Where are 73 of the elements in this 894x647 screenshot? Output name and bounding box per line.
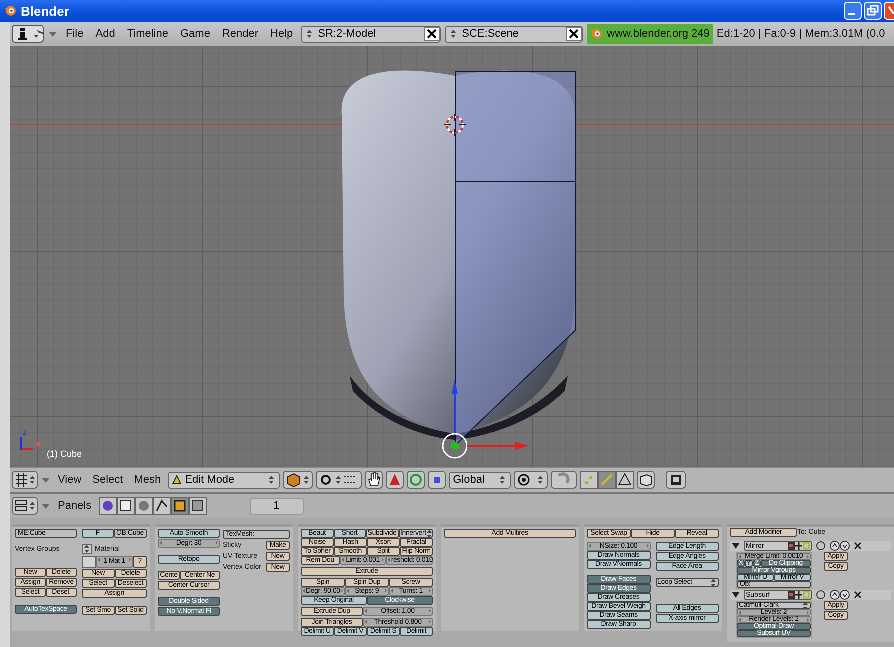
updown-icon xyxy=(802,600,809,610)
menu-item[interactable]: Add xyxy=(92,28,120,40)
proportional-edit-button[interactable] xyxy=(514,471,548,489)
rotate-icon[interactable] xyxy=(407,471,426,489)
screen-selector[interactable]: SR:2-Model xyxy=(301,26,442,42)
scene-selector[interactable]: SCE:Scene xyxy=(445,26,584,42)
axis-label: z xyxy=(23,428,27,437)
mode-dropdown[interactable]: Edit Mode xyxy=(168,472,280,488)
menu-item[interactable]: Game xyxy=(176,28,214,40)
updown-icon xyxy=(499,475,508,485)
menu-item[interactable]: View xyxy=(54,474,86,486)
editing-icon[interactable] xyxy=(170,497,189,515)
updown-icon xyxy=(268,475,276,485)
restore-button[interactable] xyxy=(864,2,882,20)
scene-icon[interactable] xyxy=(188,497,207,515)
scale-icon[interactable] xyxy=(428,471,446,489)
updown-icon[interactable] xyxy=(450,29,458,39)
updown-icon xyxy=(710,578,717,588)
panels-label: Panels xyxy=(57,500,93,512)
occlude-geometry-button[interactable] xyxy=(637,471,656,489)
menu-item[interactable]: Select xyxy=(88,474,128,486)
page-number-field[interactable]: 1 xyxy=(250,498,304,514)
edit-mode-icon xyxy=(172,475,182,485)
vertex-select-button[interactable] xyxy=(580,471,598,489)
draw-type-button[interactable] xyxy=(283,471,314,489)
axis-gizmo-icon xyxy=(20,437,33,451)
menu-item[interactable]: Mesh xyxy=(130,474,166,486)
editor-type-button[interactable] xyxy=(12,497,38,515)
blender-logo-icon xyxy=(590,27,604,41)
script-icon[interactable] xyxy=(116,497,135,515)
close-button[interactable] xyxy=(884,2,894,20)
window-title: Blender xyxy=(21,4,70,18)
object-label: (1) Cube xyxy=(47,449,82,459)
menu-item[interactable]: Timeline xyxy=(123,28,172,40)
circle-icon[interactable] xyxy=(816,541,826,551)
physics-icon[interactable] xyxy=(152,497,171,515)
menu-item[interactable]: File xyxy=(62,28,88,40)
face-select-button[interactable] xyxy=(616,471,634,489)
expand-triangle-icon[interactable] xyxy=(732,542,740,550)
viewport[interactable]: z x (1) Cube xyxy=(10,46,894,467)
updown-icon xyxy=(426,528,434,538)
pivot-button[interactable] xyxy=(316,471,362,489)
scene-selector-name: SCE:Scene xyxy=(461,28,520,40)
axis-label: x xyxy=(36,439,42,449)
color-swatch[interactable] xyxy=(82,556,96,568)
collapse-triangle-icon[interactable] xyxy=(41,502,51,510)
menu-icon[interactable] xyxy=(82,544,92,554)
blender-logo-icon xyxy=(4,4,18,18)
menu-item[interactable]: Render xyxy=(218,28,263,40)
delete-icon[interactable] xyxy=(566,27,582,41)
version-text: www.blender.org 249 xyxy=(607,28,710,40)
scene-stats: Ed:1-20 | Fa:0-9 | Mem:3.01M (0.0 xyxy=(716,28,886,40)
collapse-triangle-icon[interactable] xyxy=(48,30,58,38)
editor-type-button[interactable] xyxy=(12,471,38,489)
screen-selector-name: SR:2-Model xyxy=(317,28,378,40)
move-up-down-icon[interactable] xyxy=(830,590,850,600)
logic-icon[interactable] xyxy=(98,497,117,515)
collapse-triangle-icon[interactable] xyxy=(41,476,51,484)
modifier-toggles-icon[interactable] xyxy=(788,542,810,550)
minimize-button[interactable] xyxy=(844,2,862,20)
move-up-down-icon[interactable] xyxy=(830,541,850,551)
delete-icon[interactable] xyxy=(424,27,440,41)
close-icon[interactable] xyxy=(854,591,862,599)
menu-item[interactable]: Help xyxy=(266,28,298,40)
expand-triangle-icon[interactable] xyxy=(732,591,740,599)
modifier-toggles-icon[interactable] xyxy=(788,591,810,599)
close-icon[interactable] xyxy=(854,542,862,550)
updown-icon[interactable] xyxy=(306,29,314,39)
orientation-dropdown[interactable]: Global xyxy=(449,472,512,488)
circle-icon[interactable] xyxy=(816,590,826,600)
hand-icon[interactable] xyxy=(365,471,384,489)
info-editor-button[interactable] xyxy=(12,25,44,43)
render-button[interactable] xyxy=(666,471,686,489)
